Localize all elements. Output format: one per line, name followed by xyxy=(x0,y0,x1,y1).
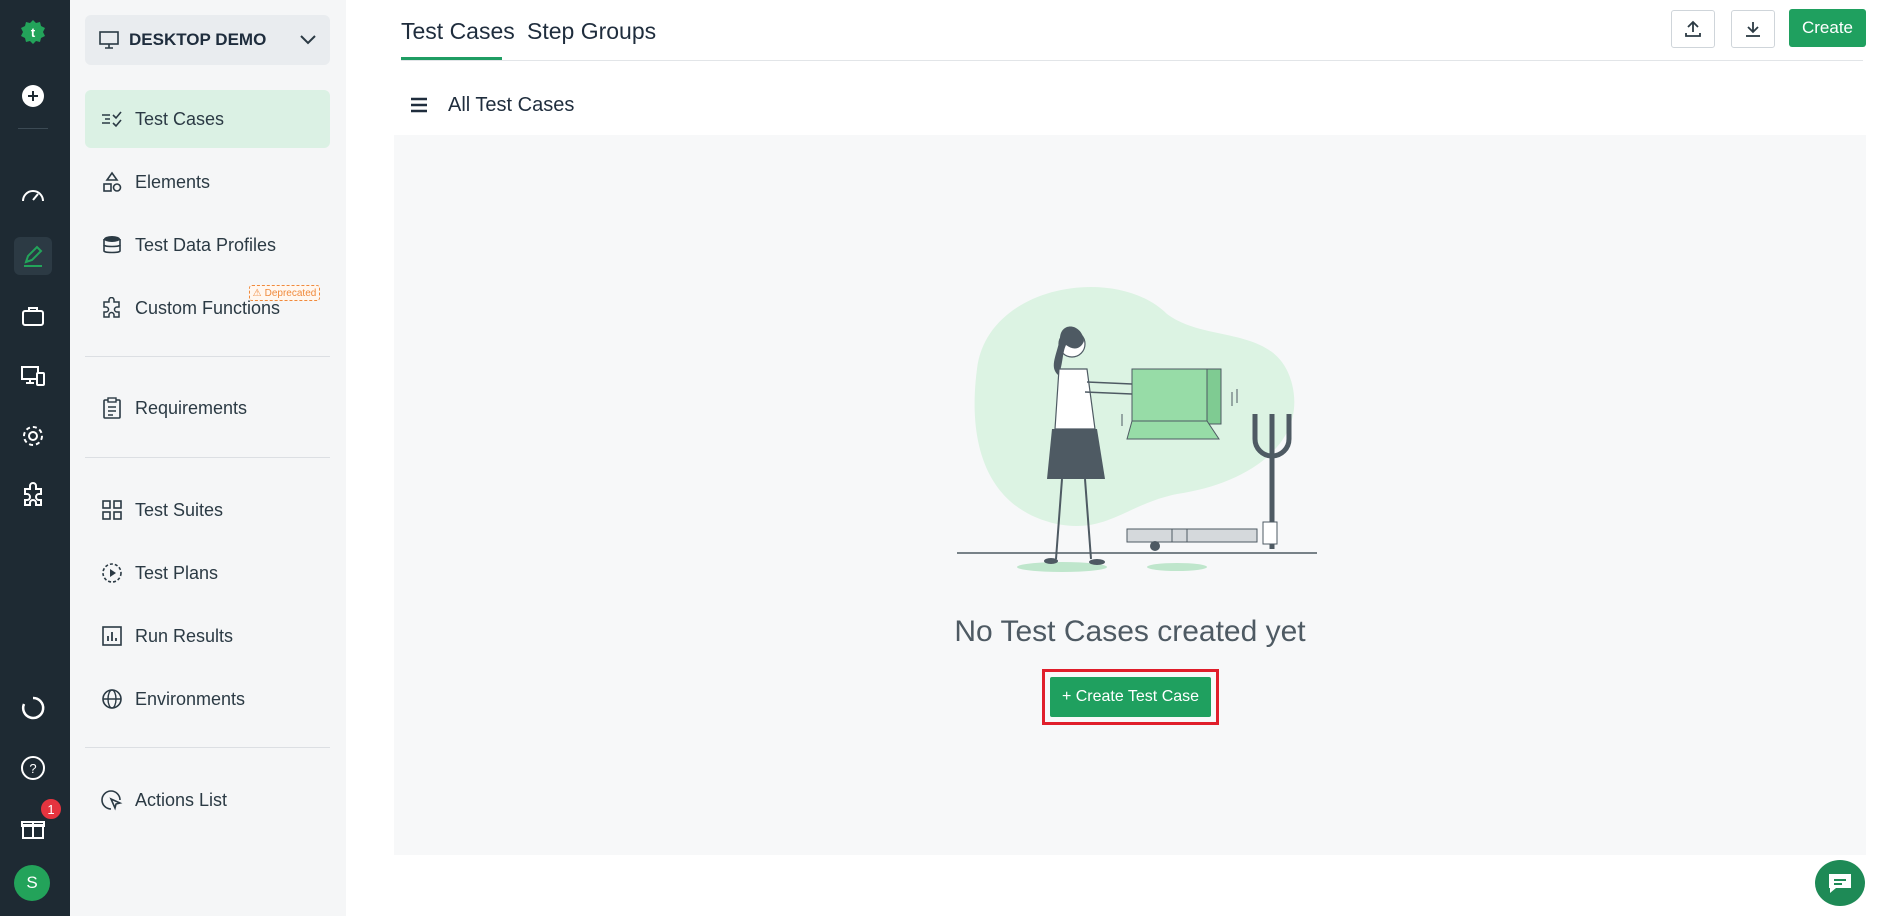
sidebar-item-actions-list[interactable]: Actions List xyxy=(85,771,330,829)
create-test-case-button[interactable]: + Create Test Case xyxy=(1050,677,1211,717)
deprecated-badge: ⚠ Deprecated xyxy=(249,285,320,301)
database-icon xyxy=(101,234,123,256)
shapes-icon xyxy=(101,171,123,193)
refresh-icon[interactable] xyxy=(14,689,52,727)
upload-icon xyxy=(1685,20,1701,37)
play-circle-icon xyxy=(101,562,123,584)
sidebar-item-label: Requirements xyxy=(135,397,248,418)
sidebar-item-label: Test Cases xyxy=(135,108,225,129)
sidebar-item-elements[interactable]: Elements xyxy=(85,153,330,211)
chevron-down-icon xyxy=(300,35,316,45)
workspace-label: DESKTOP DEMO xyxy=(129,30,267,49)
help-icon[interactable]: ? xyxy=(14,749,52,787)
dashboard-icon[interactable] xyxy=(14,177,52,215)
clipboard-icon xyxy=(101,397,123,419)
svg-text:t: t xyxy=(31,25,36,40)
tab-test-cases[interactable]: Test Cases xyxy=(401,18,515,45)
deprecated-label: Deprecated xyxy=(264,287,317,299)
icon-rail: t ? 1 S xyxy=(0,0,70,916)
workspace-selector[interactable]: DESKTOP DEMO xyxy=(85,15,330,65)
grid-icon xyxy=(101,499,123,521)
sidebar-item-requirements[interactable]: Requirements xyxy=(85,379,330,437)
sidebar-item-label: Test Suites xyxy=(135,499,224,520)
rail-divider xyxy=(18,128,48,129)
export-button[interactable] xyxy=(1731,10,1775,48)
globe-icon xyxy=(101,688,123,710)
sidebar: DESKTOP DEMO Test Cases Elements Test Da… xyxy=(70,0,346,916)
sidebar-item-label: Test Data Profiles xyxy=(135,234,277,255)
warning-icon: ⚠ xyxy=(252,287,262,299)
monitor-icon xyxy=(99,31,119,49)
download-icon xyxy=(1746,22,1760,37)
sidebar-item-label: Elements xyxy=(135,171,211,192)
sidebar-divider xyxy=(85,356,330,357)
puzzle-icon xyxy=(101,297,123,319)
empty-state-panel: No Test Cases created yet + Create Test … xyxy=(394,135,1866,855)
test-cases-icon xyxy=(101,108,123,130)
chat-widget-button[interactable] xyxy=(1815,860,1865,906)
settings-icon[interactable] xyxy=(14,417,52,455)
sidebar-item-label: Environments xyxy=(135,688,246,709)
list-title: All Test Cases xyxy=(448,93,575,116)
notification-badge: 1 xyxy=(39,797,63,821)
edit-icon[interactable] xyxy=(14,237,52,275)
sidebar-item-test-plans[interactable]: Test Plans xyxy=(85,544,330,602)
sidebar-item-test-data-profiles[interactable]: Test Data Profiles xyxy=(85,216,330,274)
app-root: t ? 1 S DESKTOP DEMO Test Cases Elements… xyxy=(0,0,1888,916)
sidebar-item-label: Run Results xyxy=(135,625,234,646)
avatar[interactable]: S xyxy=(14,865,50,901)
logo-icon[interactable]: t xyxy=(14,13,52,51)
add-icon[interactable] xyxy=(14,77,52,115)
sidebar-item-environments[interactable]: Environments xyxy=(85,670,330,728)
sidebar-item-test-cases[interactable]: Test Cases xyxy=(85,90,330,148)
sidebar-item-label: Actions List xyxy=(135,789,228,810)
tab-step-groups[interactable]: Step Groups xyxy=(527,18,656,45)
chat-icon xyxy=(1829,874,1851,893)
list-header: All Test Cases xyxy=(410,90,574,120)
highlight-box: + Create Test Case xyxy=(1042,669,1219,725)
empty-state-message: No Test Cases created yet xyxy=(954,615,1306,648)
import-button[interactable] xyxy=(1671,10,1715,48)
sidebar-divider xyxy=(85,747,330,748)
devices-icon[interactable] xyxy=(14,357,52,395)
sidebar-item-test-suites[interactable]: Test Suites xyxy=(85,481,330,539)
sidebar-item-run-results[interactable]: Run Results xyxy=(85,607,330,665)
addon-icon[interactable] xyxy=(14,476,52,514)
create-button[interactable]: Create xyxy=(1789,9,1866,47)
sidebar-divider xyxy=(85,457,330,458)
svg-text:?: ? xyxy=(29,761,36,776)
header-divider xyxy=(401,60,1863,61)
chart-icon xyxy=(101,625,123,647)
sidebar-item-label: Test Plans xyxy=(135,562,219,583)
briefcase-icon[interactable] xyxy=(14,297,52,335)
hamburger-menu-icon[interactable] xyxy=(410,97,428,113)
empty-state-illustration xyxy=(957,286,1317,572)
click-icon xyxy=(101,789,123,811)
